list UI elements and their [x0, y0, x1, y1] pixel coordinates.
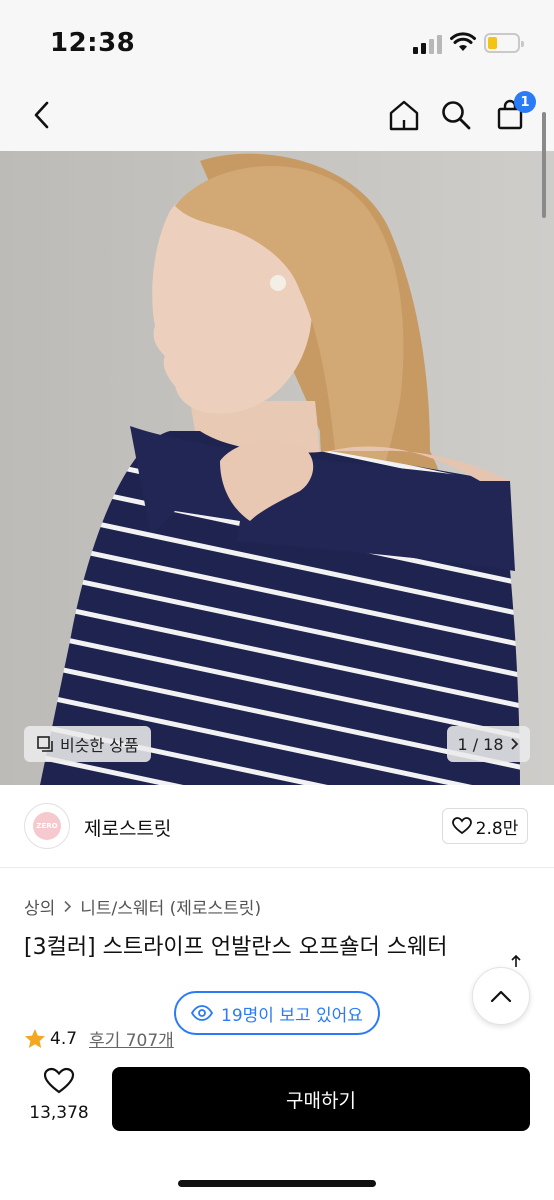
review-link[interactable]: 후기 707개	[89, 1026, 174, 1051]
chevron-right-icon	[510, 738, 518, 750]
buy-button[interactable]: 구매하기	[112, 1067, 530, 1131]
breadcrumb-category[interactable]: 상의	[24, 894, 55, 919]
product-photo	[0, 151, 554, 785]
brand-logo[interactable]: ZERO	[24, 803, 70, 849]
eye-icon	[191, 1005, 214, 1021]
brand-like-count: 2.8만	[475, 818, 519, 839]
battery-icon	[484, 33, 524, 53]
wifi-icon	[450, 32, 476, 51]
rating-value: 4.7	[50, 1028, 78, 1049]
home-button[interactable]	[384, 95, 424, 135]
top-navigation: 1	[0, 85, 554, 151]
heart-icon	[451, 817, 472, 835]
home-indicator[interactable]	[178, 1180, 376, 1187]
wishlist-button[interactable]: 13,378	[24, 1067, 94, 1123]
scroll-to-top-button[interactable]	[472, 967, 530, 1025]
breadcrumb-subcategory[interactable]: 니트/스웨터 (제로스트릿)	[80, 894, 261, 919]
similar-products-button[interactable]: 비슷한 상품	[24, 726, 151, 762]
brand-row: ZERO 제로스트릿 2.8만	[0, 785, 554, 868]
copy-icon	[37, 736, 53, 752]
viewing-now-text: 19명이 보고 있어요	[221, 1005, 363, 1026]
star-icon	[25, 1028, 45, 1048]
image-pager[interactable]: 1 / 18	[447, 726, 530, 762]
chevron-up-icon	[490, 990, 512, 1003]
search-button[interactable]	[436, 95, 476, 135]
status-bar: 12:38	[0, 0, 554, 85]
search-icon	[442, 101, 471, 130]
heart-icon	[43, 1067, 75, 1094]
image-pager-label: 1 / 18	[457, 734, 504, 754]
similar-products-label: 비슷한 상품	[60, 736, 139, 755]
cellular-signal-icon	[413, 34, 443, 54]
status-time: 12:38	[50, 28, 136, 58]
chevron-right-icon	[64, 900, 72, 913]
product-image-gallery[interactable]	[0, 151, 554, 785]
back-button[interactable]	[22, 95, 62, 135]
breadcrumb: 상의 니트/스웨터 (제로스트릿)	[24, 894, 261, 919]
bottom-purchase-bar: 13,378 구매하기	[0, 1055, 554, 1200]
scroll-indicator[interactable]	[542, 112, 546, 218]
brand-logo-text: ZERO	[33, 812, 61, 840]
wishlist-count: 13,378	[29, 1103, 89, 1123]
product-title: [3컬러] 스트라이프 언발란스 오프숄더 스웨터	[24, 935, 448, 960]
home-icon	[389, 100, 419, 131]
brand-like-button[interactable]: 2.8만	[442, 808, 528, 844]
cart-button[interactable]: 1	[490, 91, 536, 135]
brand-name[interactable]: 제로스트릿	[84, 814, 171, 841]
chevron-left-icon	[34, 101, 49, 129]
viewing-now-badge: 19명이 보고 있어요	[174, 991, 380, 1035]
rating-row: 4.7 후기 707개	[24, 1026, 174, 1051]
cart-count-badge: 1	[514, 91, 536, 113]
